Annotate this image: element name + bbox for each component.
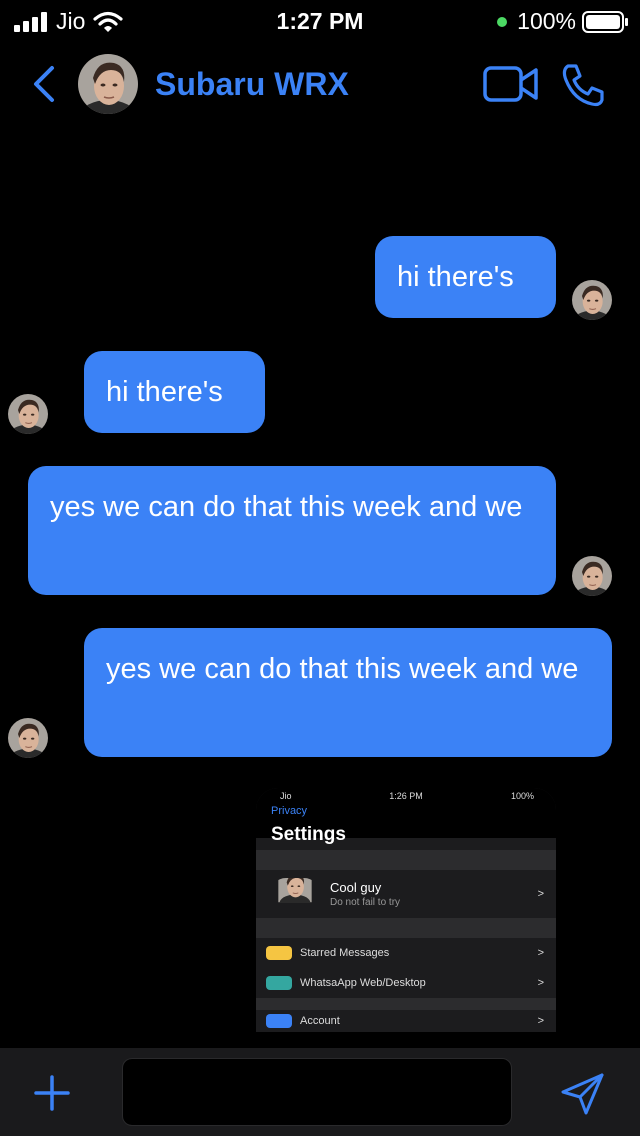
message-avatar <box>8 394 48 434</box>
attachment-header: Privacy Settings <box>256 802 556 845</box>
back-button[interactable] <box>30 64 60 104</box>
recording-dot <box>497 16 508 27</box>
attachment-divider <box>256 998 556 1010</box>
laptop-icon <box>266 976 292 990</box>
message-bubble-sent[interactable]: yes we can do that this week and we <box>28 466 556 595</box>
attachment-profile-name: Cool guy <box>330 880 382 895</box>
contact-name[interactable]: Subaru WRX <box>155 66 349 103</box>
attachment-row-label: Account <box>300 1015 340 1027</box>
video-call-button[interactable] <box>482 64 540 104</box>
attachment-profile-row: Cool guy Do not fail to try > <box>256 870 556 918</box>
attachment-row-label: WhatsaApp Web/Desktop <box>300 977 426 989</box>
image-attachment[interactable]: Jio 1:26 PM 100% Privacy Settings Cool g… <box>256 788 556 1032</box>
avatar-image <box>78 54 138 114</box>
attachment-battery: 100% <box>510 791 534 801</box>
send-button[interactable] <box>560 1072 606 1116</box>
attachment-row-web: WhatsaApp Web/Desktop > <box>256 968 556 998</box>
status-bar: Jio 1:27 PM 100% <box>0 0 640 40</box>
star-icon <box>266 946 292 960</box>
chevron-right-icon: > <box>537 888 544 900</box>
message-bubble-sent[interactable]: hi there's <box>375 236 556 318</box>
message-avatar <box>572 280 612 320</box>
message-avatar <box>8 718 48 758</box>
attachment-back-label: Privacy <box>271 805 308 817</box>
chevron-right-icon: > <box>537 977 544 989</box>
attachment-profile-status: Do not fail to try <box>330 897 401 908</box>
message-bubble-received[interactable]: hi there's <box>84 351 265 433</box>
attachment-row-account: Account > <box>256 1010 556 1032</box>
attachment-title: Settings <box>271 824 346 845</box>
key-icon <box>266 1014 292 1028</box>
phone-call-button[interactable] <box>560 62 606 108</box>
attachment-row-label: Starred Messages <box>300 947 390 959</box>
attachment-divider <box>256 918 556 938</box>
message-avatar <box>572 556 612 596</box>
attachment-row-starred: Starred Messages > <box>256 938 556 968</box>
chat-header: Subaru WRX <box>0 52 640 116</box>
chevron-right-icon: > <box>537 1015 544 1027</box>
status-right: 100% <box>497 8 628 35</box>
attachment-profile-avatar <box>270 878 320 910</box>
battery-icon <box>582 10 628 33</box>
contact-avatar[interactable] <box>78 54 138 114</box>
message-input[interactable] <box>122 1058 512 1126</box>
message-bubble-received[interactable]: yes we can do that this week and we <box>84 628 612 757</box>
battery-percent: 100% <box>517 8 576 34</box>
composer-bar <box>0 1048 640 1136</box>
attachment-divider <box>256 850 556 870</box>
add-attachment-button[interactable] <box>32 1073 72 1113</box>
chevron-right-icon: > <box>537 947 544 959</box>
